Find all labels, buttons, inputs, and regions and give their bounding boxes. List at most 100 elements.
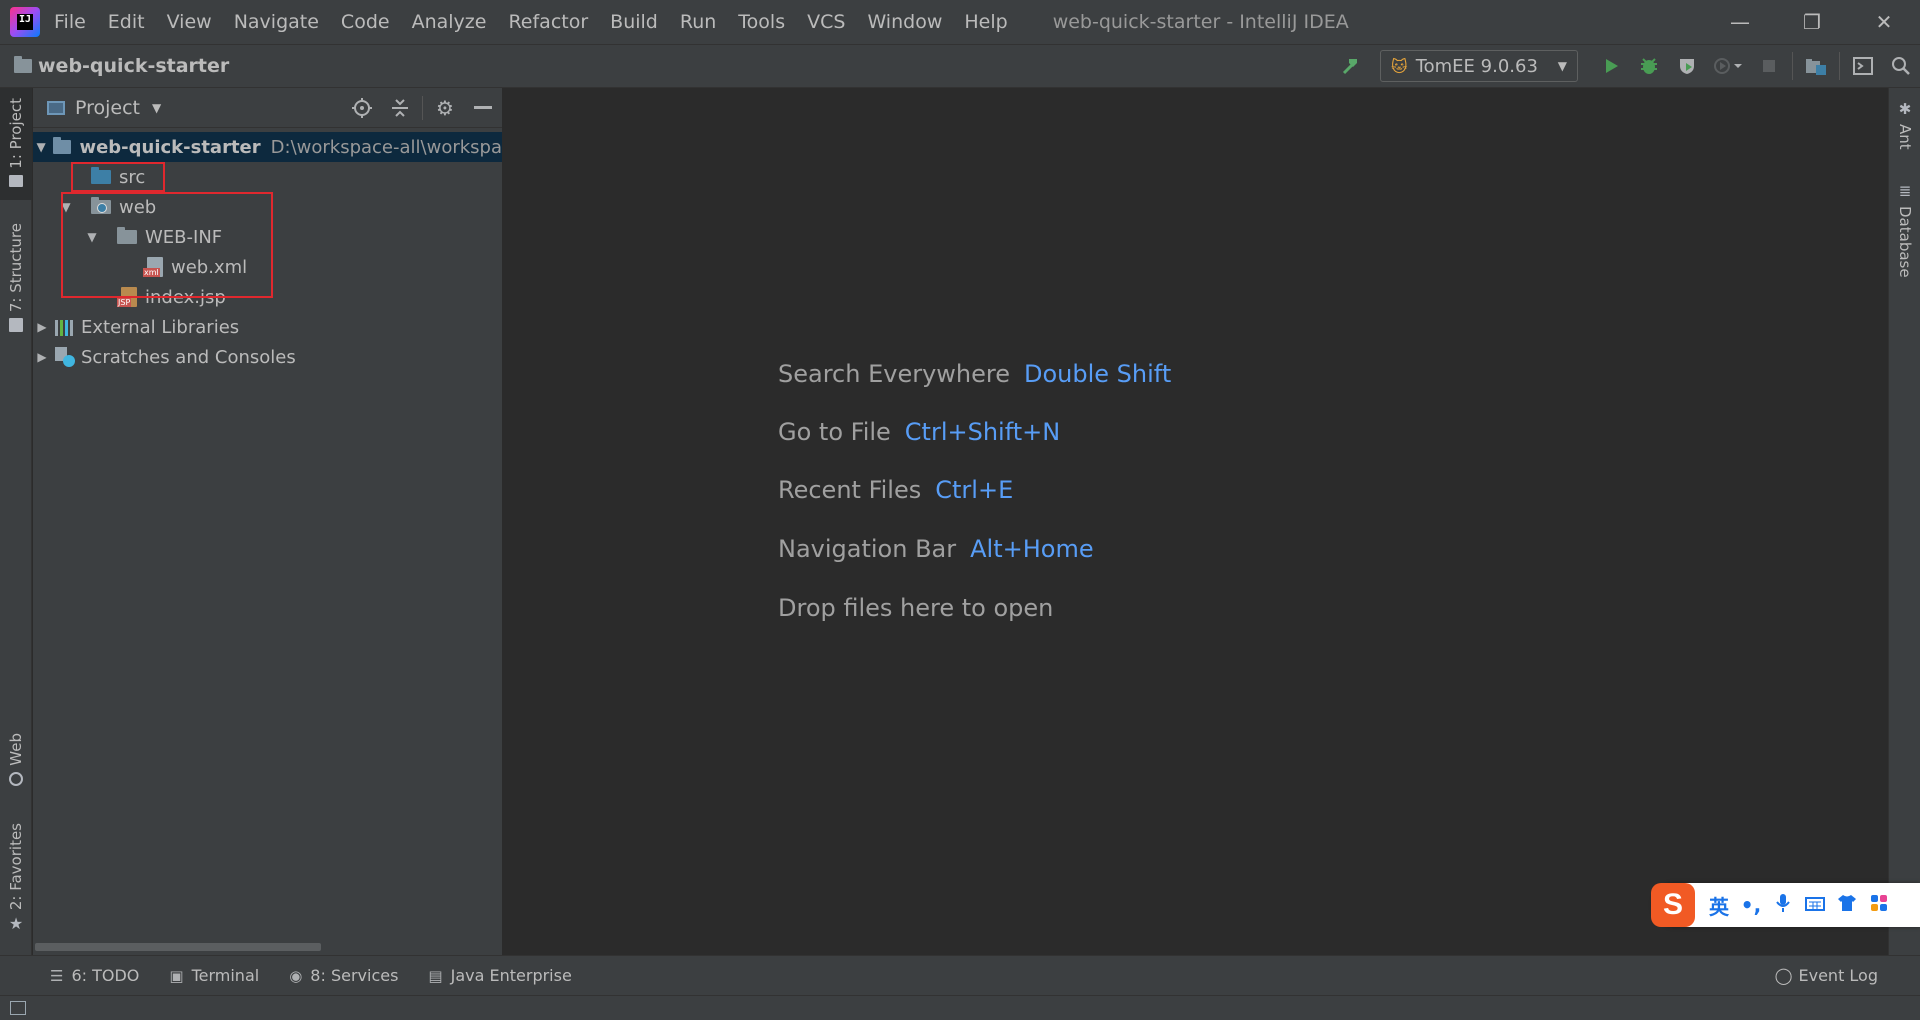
status-bar xyxy=(0,995,1920,1020)
tab-structure[interactable]: 7: Structure xyxy=(0,223,32,333)
ime-language-toggle[interactable]: 英 xyxy=(1703,891,1735,920)
hide-panel-icon[interactable] xyxy=(464,88,502,128)
gear-icon[interactable]: ⚙ xyxy=(426,88,464,128)
tab-todo[interactable]: ☰ 6: TODO xyxy=(50,966,139,985)
stop-icon[interactable] xyxy=(1750,50,1788,82)
project-view-icon xyxy=(47,100,65,115)
horizontal-scrollbar[interactable] xyxy=(35,943,321,951)
hint-recent-files: Recent Files Ctrl+E xyxy=(778,476,1013,504)
restore-button[interactable]: ❐ xyxy=(1776,0,1848,44)
project-panel-tools: ⚙ xyxy=(343,88,502,128)
tab-favorites-label: 2: Favorites xyxy=(7,823,25,911)
toolbar-separator xyxy=(422,95,423,120)
chevron-down-icon[interactable]: ▼ xyxy=(152,101,161,115)
hint-shortcut: Double Shift xyxy=(1024,360,1172,388)
tab-database-label: Database xyxy=(1896,206,1914,278)
ime-toolbar: S 英 •, xyxy=(1651,883,1920,927)
coverage-icon[interactable] xyxy=(1668,50,1706,82)
database-icon: ≣ xyxy=(1898,182,1912,200)
tab-terminal[interactable]: ▣ Terminal xyxy=(169,966,259,985)
title-bar: IJ File Edit View Navigate Code Analyze … xyxy=(0,0,1920,44)
tab-event-log[interactable]: ◯ Event Log xyxy=(1775,966,1878,985)
globe-icon xyxy=(9,771,23,786)
services-icon: ◉ xyxy=(289,966,303,985)
hint-label: Search Everywhere xyxy=(778,360,1010,388)
project-structure-icon[interactable] xyxy=(1797,50,1835,82)
menu-edit[interactable]: Edit xyxy=(97,0,156,44)
chevron-down-icon: ▼ xyxy=(1557,59,1567,73)
hint-shortcut: Ctrl+E xyxy=(935,476,1014,504)
menu-code[interactable]: Code xyxy=(330,0,401,44)
expand-arrow-icon[interactable]: ▶ xyxy=(33,350,51,364)
menu-help[interactable]: Help xyxy=(953,0,1018,44)
intellij-logo-icon[interactable]: IJ xyxy=(10,7,40,37)
tree-node-external-libraries[interactable]: ▶ External Libraries xyxy=(33,312,502,342)
tab-java-enterprise-label: Java Enterprise xyxy=(450,966,572,985)
toolbox-grid-icon[interactable] xyxy=(1863,893,1895,917)
tab-ant[interactable]: ✱ Ant xyxy=(1889,100,1920,150)
menu-view[interactable]: View xyxy=(156,0,223,44)
left-tool-strip: 1: Project 7: Structure Web 2: Favorites… xyxy=(0,88,32,955)
menu-build[interactable]: Build xyxy=(599,0,669,44)
sogou-logo-icon[interactable]: S xyxy=(1651,883,1695,927)
tab-structure-label: 7: Structure xyxy=(7,223,25,313)
collapse-all-icon[interactable] xyxy=(381,88,419,128)
search-icon[interactable] xyxy=(1882,50,1920,82)
tab-terminal-label: Terminal xyxy=(191,966,260,985)
hint-label: Drop files here to open xyxy=(778,594,1054,622)
menu-file[interactable]: File xyxy=(52,0,97,44)
toolbar-separator xyxy=(1839,52,1840,80)
tab-project[interactable]: 1: Project xyxy=(0,88,32,200)
right-tool-strip: ✱ Ant ≣ Database xyxy=(1888,88,1920,955)
tree-root-name: web-quick-starter xyxy=(79,136,261,158)
hint-label: Navigation Bar xyxy=(778,535,957,563)
project-tool-window: Project ▼ ⚙ ▼ web-quick-starter D:\works… xyxy=(33,88,503,955)
microphone-icon[interactable] xyxy=(1767,893,1799,918)
build-hammer-icon[interactable] xyxy=(1338,53,1364,79)
breadcrumb[interactable]: web-quick-starter xyxy=(14,55,229,77)
highlight-box-src xyxy=(71,162,165,192)
menu-analyze[interactable]: Analyze xyxy=(401,0,498,44)
run-icon[interactable] xyxy=(1592,50,1630,82)
tab-web[interactable]: Web xyxy=(0,733,32,786)
menu-window[interactable]: Window xyxy=(856,0,953,44)
debug-icon[interactable] xyxy=(1630,50,1668,82)
locate-icon[interactable] xyxy=(343,88,381,128)
list-icon: ☰ xyxy=(50,966,64,985)
expand-arrow-icon[interactable]: ▼ xyxy=(33,140,49,154)
menu-tools[interactable]: Tools xyxy=(727,0,796,44)
run-configuration-select[interactable]: 🐱 TomEE 9.0.63 ▼ xyxy=(1380,50,1578,82)
editor-area[interactable]: Search Everywhere Double Shift Go to File… xyxy=(504,88,1888,955)
minimize-button[interactable]: — xyxy=(1704,0,1776,44)
hint-navigation-bar: Navigation Bar Alt+Home xyxy=(778,535,1094,563)
tree-node-root[interactable]: ▼ web-quick-starter D:\workspace-all\wor… xyxy=(33,132,502,162)
tab-database[interactable]: ≣ Database xyxy=(1889,182,1920,278)
project-view-selector[interactable]: Project xyxy=(75,97,140,119)
hint-label: Go to File xyxy=(778,418,891,446)
tab-favorites[interactable]: 2: Favorites ★ xyxy=(0,823,32,933)
close-button[interactable]: ✕ xyxy=(1848,0,1920,44)
menu-run[interactable]: Run xyxy=(669,0,727,44)
toggle-tool-windows-icon[interactable] xyxy=(10,1001,26,1015)
terminal-icon: ▣ xyxy=(169,966,184,985)
tree-node-scratches[interactable]: ▶ Scratches and Consoles xyxy=(33,342,502,372)
skin-shirt-icon[interactable] xyxy=(1831,893,1863,917)
expand-arrow-icon[interactable]: ▶ xyxy=(33,320,51,334)
tab-project-label: 1: Project xyxy=(7,98,25,169)
ime-punctuation-toggle[interactable]: •, xyxy=(1735,893,1767,917)
menu-vcs[interactable]: VCS xyxy=(796,0,856,44)
toolbar-separator xyxy=(1792,52,1793,80)
tab-java-enterprise[interactable]: ▤ Java Enterprise xyxy=(428,966,571,985)
menu-refactor[interactable]: Refactor xyxy=(497,0,599,44)
profile-icon[interactable] xyxy=(1706,50,1750,82)
java-enterprise-icon: ▤ xyxy=(428,966,443,985)
keyboard-icon[interactable] xyxy=(1799,893,1831,917)
folder-icon xyxy=(9,174,23,187)
window-title: web-quick-starter - IntelliJ IDEA xyxy=(1052,11,1349,33)
tab-services[interactable]: ◉ 8: Services xyxy=(289,966,398,985)
hint-shortcut: Alt+Home xyxy=(970,535,1094,563)
highlight-box-web xyxy=(61,192,273,298)
tab-ant-label: Ant xyxy=(1896,124,1914,150)
run-anything-icon[interactable] xyxy=(1844,50,1882,82)
menu-navigate[interactable]: Navigate xyxy=(223,0,330,44)
